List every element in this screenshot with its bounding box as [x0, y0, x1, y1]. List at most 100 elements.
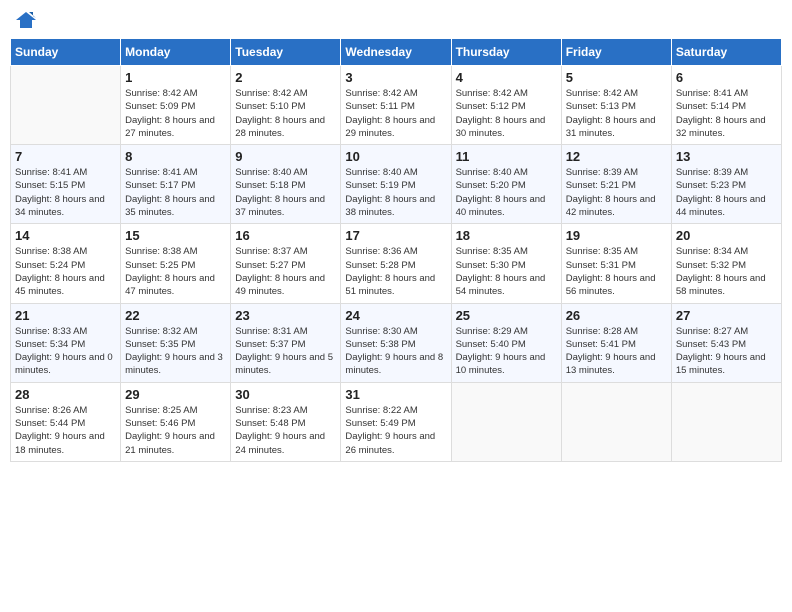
- calendar-day: 10 Sunrise: 8:40 AMSunset: 5:19 PMDayligh…: [341, 145, 451, 224]
- day-info: Sunrise: 8:40 AMSunset: 5:18 PMDaylight:…: [235, 166, 336, 219]
- calendar-day: 28 Sunrise: 8:26 AMSunset: 5:44 PMDayligh…: [11, 382, 121, 461]
- header-monday: Monday: [121, 39, 231, 66]
- calendar-day: 8 Sunrise: 8:41 AMSunset: 5:17 PMDaylight…: [121, 145, 231, 224]
- day-number: 22: [125, 308, 226, 323]
- calendar-day: 17Sunrise: 8:36 AMSunset: 5:28 PMDayligh…: [341, 224, 451, 303]
- day-number: 29: [125, 387, 226, 402]
- calendar-day: [561, 382, 671, 461]
- day-info: Sunrise: 8:36 AMSunset: 5:28 PMDaylight:…: [345, 245, 446, 298]
- day-number: 21: [15, 308, 116, 323]
- calendar-day: 12 Sunrise: 8:39 AMSunset: 5:21 PMDayligh…: [561, 145, 671, 224]
- day-info: Sunrise: 8:41 AMSunset: 5:17 PMDaylight:…: [125, 166, 226, 219]
- header-friday: Friday: [561, 39, 671, 66]
- day-info: Sunrise: 8:26 AMSunset: 5:44 PMDaylight:…: [15, 404, 116, 457]
- day-info: Sunrise: 8:42 AMSunset: 5:10 PMDaylight:…: [235, 87, 336, 140]
- logo-icon: [14, 10, 38, 30]
- calendar-day: 24 Sunrise: 8:30 AMSunset: 5:38 PMDayligh…: [341, 303, 451, 382]
- calendar-day: 20 Sunrise: 8:34 AMSunset: 5:32 PMDayligh…: [671, 224, 781, 303]
- day-number: 27: [676, 308, 777, 323]
- calendar-day: 25Sunrise: 8:29 AMSunset: 5:40 PMDayligh…: [451, 303, 561, 382]
- day-number: 11: [456, 149, 557, 164]
- day-info: Sunrise: 8:39 AMSunset: 5:23 PMDaylight:…: [676, 166, 777, 219]
- day-info: Sunrise: 8:41 AMSunset: 5:14 PMDaylight:…: [676, 87, 777, 140]
- day-info: Sunrise: 8:25 AMSunset: 5:46 PMDaylight:…: [125, 404, 226, 457]
- day-info: Sunrise: 8:31 AMSunset: 5:37 PMDaylight:…: [235, 325, 336, 378]
- day-info: Sunrise: 8:40 AMSunset: 5:20 PMDaylight:…: [456, 166, 557, 219]
- calendar-week-1: 1 Sunrise: 8:42 AMSunset: 5:09 PMDaylight…: [11, 66, 782, 145]
- calendar-day: 16 Sunrise: 8:37 AMSunset: 5:27 PMDayligh…: [231, 224, 341, 303]
- day-info: Sunrise: 8:22 AMSunset: 5:49 PMDaylight:…: [345, 404, 446, 457]
- day-number: 9: [235, 149, 336, 164]
- day-info: Sunrise: 8:39 AMSunset: 5:21 PMDaylight:…: [566, 166, 667, 219]
- calendar-day: 3Sunrise: 8:42 AMSunset: 5:11 PMDaylight…: [341, 66, 451, 145]
- calendar-day: 9 Sunrise: 8:40 AMSunset: 5:18 PMDaylight…: [231, 145, 341, 224]
- calendar-day: 15 Sunrise: 8:38 AMSunset: 5:25 PMDayligh…: [121, 224, 231, 303]
- calendar-day: 30 Sunrise: 8:23 AMSunset: 5:48 PMDayligh…: [231, 382, 341, 461]
- day-number: 12: [566, 149, 667, 164]
- day-info: Sunrise: 8:38 AMSunset: 5:24 PMDaylight:…: [15, 245, 116, 298]
- day-info: Sunrise: 8:42 AMSunset: 5:09 PMDaylight:…: [125, 87, 226, 140]
- logo: [14, 10, 40, 30]
- calendar-day: 19Sunrise: 8:35 AMSunset: 5:31 PMDayligh…: [561, 224, 671, 303]
- day-number: 16: [235, 228, 336, 243]
- day-info: Sunrise: 8:32 AMSunset: 5:35 PMDaylight:…: [125, 325, 226, 378]
- day-number: 13: [676, 149, 777, 164]
- day-number: 4: [456, 70, 557, 85]
- day-info: Sunrise: 8:29 AMSunset: 5:40 PMDaylight:…: [456, 325, 557, 378]
- calendar-week-5: 28 Sunrise: 8:26 AMSunset: 5:44 PMDayligh…: [11, 382, 782, 461]
- day-info: Sunrise: 8:38 AMSunset: 5:25 PMDaylight:…: [125, 245, 226, 298]
- day-number: 28: [15, 387, 116, 402]
- day-info: Sunrise: 8:23 AMSunset: 5:48 PMDaylight:…: [235, 404, 336, 457]
- calendar-day: 4Sunrise: 8:42 AMSunset: 5:12 PMDaylight…: [451, 66, 561, 145]
- day-number: 18: [456, 228, 557, 243]
- day-number: 24: [345, 308, 446, 323]
- calendar-day: 26 Sunrise: 8:28 AMSunset: 5:41 PMDayligh…: [561, 303, 671, 382]
- day-info: Sunrise: 8:37 AMSunset: 5:27 PMDaylight:…: [235, 245, 336, 298]
- calendar-table: SundayMondayTuesdayWednesdayThursdayFrid…: [10, 38, 782, 462]
- calendar-day: [11, 66, 121, 145]
- day-info: Sunrise: 8:28 AMSunset: 5:41 PMDaylight:…: [566, 325, 667, 378]
- calendar-day: 22 Sunrise: 8:32 AMSunset: 5:35 PMDayligh…: [121, 303, 231, 382]
- day-info: Sunrise: 8:30 AMSunset: 5:38 PMDaylight:…: [345, 325, 446, 378]
- day-info: Sunrise: 8:40 AMSunset: 5:19 PMDaylight:…: [345, 166, 446, 219]
- calendar-week-3: 14 Sunrise: 8:38 AMSunset: 5:24 PMDayligh…: [11, 224, 782, 303]
- day-number: 15: [125, 228, 226, 243]
- day-info: Sunrise: 8:42 AMSunset: 5:11 PMDaylight:…: [345, 87, 446, 140]
- calendar-day: 18Sunrise: 8:35 AMSunset: 5:30 PMDayligh…: [451, 224, 561, 303]
- day-number: 6: [676, 70, 777, 85]
- day-number: 30: [235, 387, 336, 402]
- day-number: 14: [15, 228, 116, 243]
- calendar-day: 23 Sunrise: 8:31 AMSunset: 5:37 PMDayligh…: [231, 303, 341, 382]
- day-number: 23: [235, 308, 336, 323]
- day-number: 31: [345, 387, 446, 402]
- day-info: Sunrise: 8:41 AMSunset: 5:15 PMDaylight:…: [15, 166, 116, 219]
- day-number: 1: [125, 70, 226, 85]
- calendar-day: 21Sunrise: 8:33 AMSunset: 5:34 PMDayligh…: [11, 303, 121, 382]
- calendar-day: 31 Sunrise: 8:22 AMSunset: 5:49 PMDayligh…: [341, 382, 451, 461]
- calendar-day: 13 Sunrise: 8:39 AMSunset: 5:23 PMDayligh…: [671, 145, 781, 224]
- calendar-day: 2 Sunrise: 8:42 AMSunset: 5:10 PMDaylight…: [231, 66, 341, 145]
- page-header: [10, 10, 782, 30]
- day-number: 2: [235, 70, 336, 85]
- day-number: 20: [676, 228, 777, 243]
- calendar-day: 5Sunrise: 8:42 AMSunset: 5:13 PMDaylight…: [561, 66, 671, 145]
- header-thursday: Thursday: [451, 39, 561, 66]
- day-number: 26: [566, 308, 667, 323]
- calendar-day: [671, 382, 781, 461]
- calendar-day: 7 Sunrise: 8:41 AMSunset: 5:15 PMDaylight…: [11, 145, 121, 224]
- header-sunday: Sunday: [11, 39, 121, 66]
- header-wednesday: Wednesday: [341, 39, 451, 66]
- day-info: Sunrise: 8:34 AMSunset: 5:32 PMDaylight:…: [676, 245, 777, 298]
- header-tuesday: Tuesday: [231, 39, 341, 66]
- calendar-day: 14 Sunrise: 8:38 AMSunset: 5:24 PMDayligh…: [11, 224, 121, 303]
- calendar-day: 1 Sunrise: 8:42 AMSunset: 5:09 PMDaylight…: [121, 66, 231, 145]
- calendar-day: 11 Sunrise: 8:40 AMSunset: 5:20 PMDayligh…: [451, 145, 561, 224]
- day-number: 8: [125, 149, 226, 164]
- calendar-day: 6 Sunrise: 8:41 AMSunset: 5:14 PMDaylight…: [671, 66, 781, 145]
- day-number: 10: [345, 149, 446, 164]
- calendar-day: 27Sunrise: 8:27 AMSunset: 5:43 PMDayligh…: [671, 303, 781, 382]
- day-number: 19: [566, 228, 667, 243]
- day-info: Sunrise: 8:42 AMSunset: 5:13 PMDaylight:…: [566, 87, 667, 140]
- day-number: 7: [15, 149, 116, 164]
- calendar-day: [451, 382, 561, 461]
